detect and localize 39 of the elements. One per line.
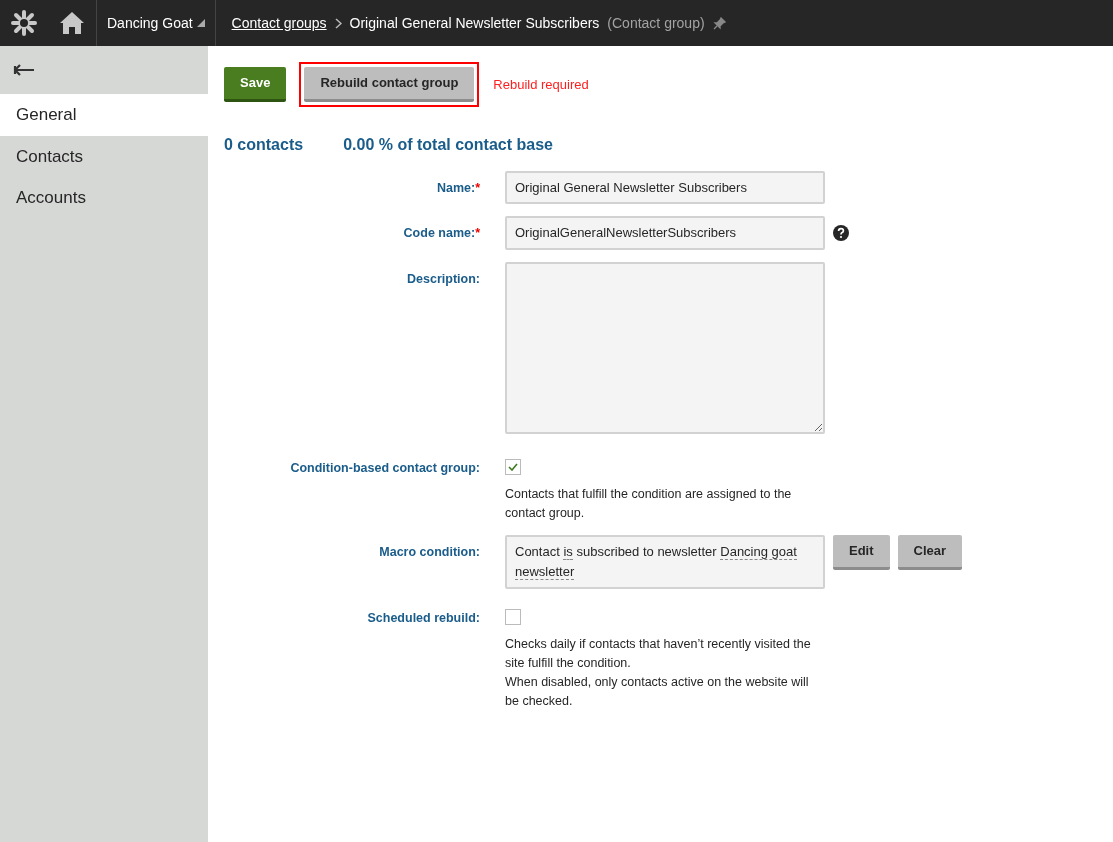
home-icon[interactable] — [59, 11, 85, 35]
sidebar-item[interactable]: Accounts — [0, 177, 208, 219]
field-label: Scheduled rebuild: — [366, 610, 480, 627]
stat-text: 0 contacts — [224, 134, 304, 155]
chevron-icon — [334, 17, 342, 29]
condition-field[interactable]: Contact is subscribed to newsletter Dancing goat newsletter — [505, 535, 825, 589]
required-mark: * — [475, 180, 480, 195]
help-text: When disabled, only contacts active on the website will be checked. — [505, 674, 810, 710]
clear-button[interactable]: Clear — [897, 535, 963, 570]
save-button[interactable]: Save — [224, 67, 287, 102]
page-title: Original General Newsletter Subscribers — [349, 13, 600, 33]
required-mark: * — [475, 226, 480, 240]
text-field[interactable]: Original General Newsletter Subscribers — [505, 170, 825, 204]
help-text: Checks daily if contacts that haven’t recently visited the site fulfill the condition. — [505, 636, 812, 672]
field-label: Description: — [406, 270, 480, 288]
sidebar-item[interactable]: Contacts — [0, 135, 208, 177]
checkbox[interactable] — [505, 459, 521, 475]
description-field[interactable] — [505, 261, 825, 434]
edit-button[interactable]: Edit — [833, 535, 890, 570]
snowflake-logo-icon[interactable] — [10, 9, 38, 37]
help-icon[interactable] — [833, 224, 849, 241]
stat-text: 0.00 % of total contact base — [343, 134, 553, 155]
checkbox[interactable] — [505, 609, 521, 625]
check-icon — [508, 463, 518, 471]
field-label: Condition-based contact group: — [289, 460, 480, 477]
field-label: Macro condition: — [378, 544, 480, 561]
sidebar-item[interactable]: General — [0, 94, 208, 136]
site-selector[interactable]: Dancing Goat — [107, 12, 193, 34]
field-label: Name: — [436, 180, 476, 195]
text-field[interactable]: OriginalGeneralNewsletterSubscribers — [505, 216, 825, 250]
rebuild-button[interactable]: Rebuild contact group — [304, 67, 475, 102]
object-type-label: (Contact group) — [607, 13, 705, 33]
caret-icon — [196, 19, 205, 27]
help-text: Contacts that fulfill the condition are assigned to the contact group. — [505, 486, 793, 522]
back-arrow-icon[interactable] — [12, 63, 36, 77]
field-label: Code name: — [403, 226, 476, 240]
breadcrumb-link[interactable]: Contact groups — [231, 12, 327, 34]
warning-text: Rebuild required — [493, 75, 589, 94]
pin-icon[interactable] — [712, 16, 726, 30]
